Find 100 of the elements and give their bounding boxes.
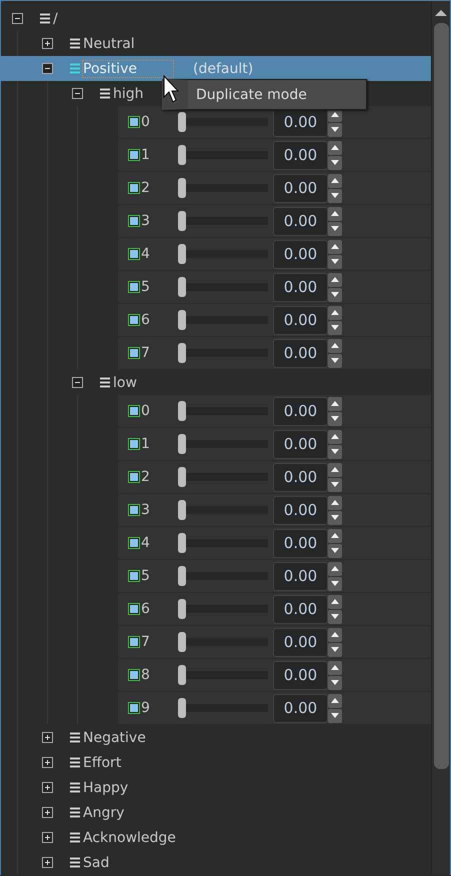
expand-icon[interactable]: [42, 807, 53, 818]
increment-button[interactable]: [328, 462, 342, 476]
increment-button[interactable]: [328, 338, 342, 352]
number-field[interactable]: 0.00: [273, 628, 328, 656]
decrement-button[interactable]: [328, 320, 342, 334]
decrement-button[interactable]: [328, 708, 342, 722]
parameter-icon: [128, 669, 140, 681]
number-field[interactable]: 0.00: [273, 140, 328, 170]
expand-icon[interactable]: [42, 38, 53, 49]
slider-thumb[interactable]: [178, 277, 186, 297]
decrement-button[interactable]: [328, 510, 342, 524]
slider-thumb[interactable]: [178, 310, 186, 330]
scrollbar-thumb[interactable]: [434, 23, 448, 769]
decrement-button[interactable]: [328, 576, 342, 590]
increment-button[interactable]: [328, 628, 342, 642]
slider-thumb[interactable]: [178, 112, 186, 132]
item-label[interactable]: Effort: [83, 754, 122, 770]
collapse-icon[interactable]: [42, 63, 53, 74]
item-label[interactable]: Angry: [83, 804, 124, 820]
decrement-button[interactable]: [328, 156, 342, 170]
item-label[interactable]: Neutral: [83, 36, 135, 52]
decrement-button[interactable]: [328, 444, 342, 458]
number-field[interactable]: 0.00: [273, 594, 328, 624]
number-field[interactable]: 0.00: [273, 174, 328, 202]
increment-button[interactable]: [328, 528, 342, 542]
item-label[interactable]: /: [53, 10, 58, 26]
increment-button[interactable]: [328, 430, 342, 444]
decrement-button[interactable]: [328, 222, 342, 236]
number-field[interactable]: 0.00: [273, 306, 328, 334]
increment-button[interactable]: [328, 206, 342, 220]
parameter-label: 6: [141, 601, 151, 617]
increment-button[interactable]: [328, 562, 342, 576]
collapse-icon[interactable]: [72, 88, 83, 99]
increment-button[interactable]: [328, 306, 342, 320]
increment-button[interactable]: [328, 272, 342, 286]
increment-button[interactable]: [328, 660, 342, 674]
increment-button[interactable]: [328, 140, 342, 154]
number-field[interactable]: 0.00: [273, 240, 328, 268]
number-field[interactable]: 0.00: [273, 462, 328, 492]
slider-thumb[interactable]: [178, 145, 186, 165]
expand-icon[interactable]: [42, 757, 53, 768]
expand-icon[interactable]: [42, 857, 53, 868]
increment-button[interactable]: [328, 594, 342, 608]
decrement-button[interactable]: [328, 354, 342, 368]
decrement-button[interactable]: [328, 544, 342, 558]
number-field[interactable]: 0.00: [273, 660, 328, 690]
decrement-button[interactable]: [328, 642, 342, 656]
item-label[interactable]: Sad: [83, 854, 110, 870]
number-field[interactable]: 0.00: [273, 496, 328, 524]
menu-item[interactable]: Duplicate mode: [188, 86, 307, 102]
number-field[interactable]: 0.00: [273, 694, 328, 722]
slider-thumb[interactable]: [178, 178, 186, 198]
list-icon: [100, 88, 110, 99]
slider-thumb[interactable]: [178, 698, 186, 718]
number-field[interactable]: 0.00: [273, 108, 328, 136]
increment-button[interactable]: [328, 240, 342, 254]
slider-thumb[interactable]: [178, 211, 186, 231]
slider-thumb[interactable]: [178, 401, 186, 421]
slider-thumb[interactable]: [178, 566, 186, 586]
decrement-button[interactable]: [328, 188, 342, 202]
increment-button[interactable]: [328, 694, 342, 708]
slider-thumb[interactable]: [178, 599, 186, 619]
decrement-button[interactable]: [328, 412, 342, 426]
item-label[interactable]: Negative: [83, 730, 146, 746]
slider-thumb[interactable]: [178, 632, 186, 652]
number-field[interactable]: 0.00: [273, 338, 328, 368]
collapse-icon[interactable]: [72, 377, 83, 388]
number-field[interactable]: 0.00: [273, 562, 328, 590]
increment-button[interactable]: [328, 174, 342, 188]
item-label[interactable]: Happy: [83, 780, 128, 796]
number-field[interactable]: 0.00: [273, 430, 328, 458]
slider-thumb[interactable]: [178, 665, 186, 685]
slider-thumb[interactable]: [178, 500, 186, 520]
decrement-button[interactable]: [328, 478, 342, 492]
up-arrow-icon: [331, 632, 339, 637]
expand-icon[interactable]: [42, 782, 53, 793]
slider-thumb[interactable]: [178, 434, 186, 454]
expand-icon[interactable]: [42, 732, 53, 743]
decrement-button[interactable]: [328, 610, 342, 624]
slider-thumb[interactable]: [178, 244, 186, 264]
number-field[interactable]: 0.00: [273, 272, 328, 302]
slider-thumb[interactable]: [178, 343, 186, 363]
increment-button[interactable]: [328, 396, 342, 410]
expand-icon[interactable]: [42, 832, 53, 843]
decrement-button[interactable]: [328, 288, 342, 302]
number-field[interactable]: 0.00: [273, 528, 328, 558]
number-field[interactable]: 0.00: [273, 396, 328, 426]
increment-button[interactable]: [328, 496, 342, 510]
slider-thumb[interactable]: [178, 467, 186, 487]
decrement-button[interactable]: [328, 254, 342, 268]
number-field[interactable]: 0.00: [273, 206, 328, 236]
collapse-icon[interactable]: [12, 13, 23, 24]
scrollbar[interactable]: [431, 1, 450, 875]
scroll-up-icon[interactable]: [434, 9, 448, 17]
decrement-button[interactable]: [328, 122, 342, 136]
item-label[interactable]: Acknowledge: [83, 830, 176, 846]
slider-thumb[interactable]: [178, 533, 186, 553]
item-label[interactable]: high: [113, 86, 144, 102]
item-label[interactable]: low: [113, 374, 137, 390]
decrement-button[interactable]: [328, 676, 342, 690]
